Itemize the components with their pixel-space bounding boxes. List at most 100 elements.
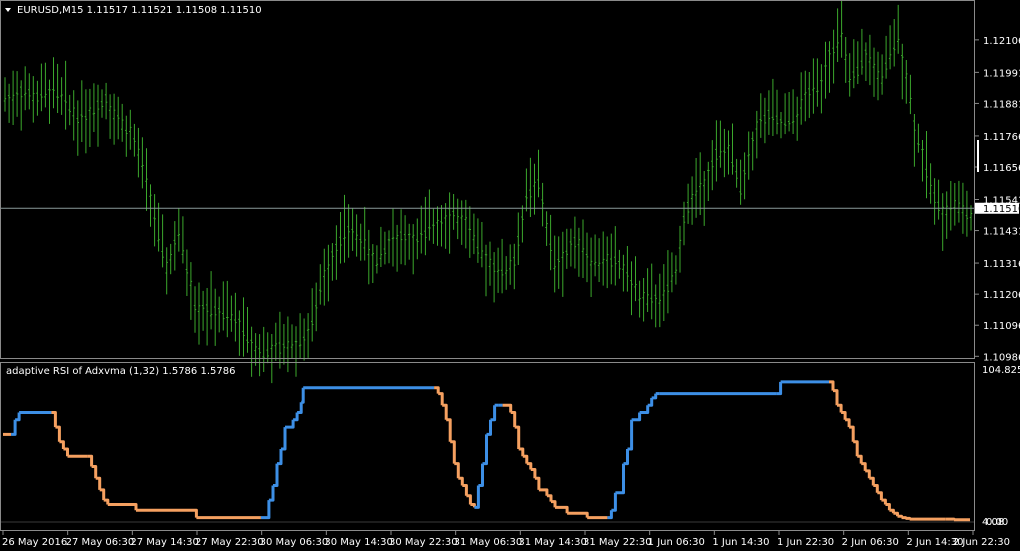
rsi-segment	[434, 386, 440, 394]
rsi-segment	[466, 494, 472, 505]
rsi-segment	[518, 447, 525, 457]
rsi-segment	[454, 462, 460, 479]
rsi-segment	[881, 498, 887, 505]
rsi-segment	[776, 381, 783, 396]
rsi-segment	[63, 447, 69, 457]
time-tick-label: 1 Jun 22:30	[777, 537, 834, 548]
price-tick-label: 1.11096	[983, 321, 1020, 332]
rsi-segment	[490, 405, 497, 422]
collapse-triangle-icon[interactable]	[5, 8, 11, 12]
price-tick-label: 1.11431	[983, 227, 1020, 238]
price-tick-label: 1.11656	[983, 163, 1020, 174]
rsi-segment	[281, 427, 287, 451]
time-tick-label: 27 May 06:30	[66, 537, 135, 548]
rsi-segment	[861, 462, 867, 471]
rsi-segment	[99, 488, 106, 501]
rsi-segment	[458, 476, 464, 486]
rsi-segment	[845, 418, 851, 428]
rsi-segment	[837, 403, 843, 413]
rsi-segment	[273, 463, 279, 487]
rsi-segment	[450, 440, 456, 464]
time-tick-label: 26 May 2016	[2, 537, 67, 548]
rsi-segment	[277, 449, 283, 466]
rsi-segment	[285, 419, 295, 429]
rsi-segment	[478, 463, 484, 487]
rsi-segment	[438, 392, 444, 406]
rsi-segment	[567, 511, 589, 518]
rsi-segment	[15, 412, 21, 422]
rsi-series	[3, 380, 970, 522]
rsi-segment	[534, 476, 541, 490]
rsi-segment	[901, 516, 907, 520]
rsi-segment	[546, 494, 553, 502]
rsi-segment	[841, 411, 847, 420]
rsi-tick-label: 0.00	[986, 517, 1008, 528]
rsi-segment	[651, 393, 658, 400]
indicator-header: adaptive RSI of Adxvma (1,32) 1.5786 1.5…	[6, 366, 235, 377]
rsi-segment	[853, 440, 859, 457]
rsi-segment	[893, 511, 899, 517]
rsi-segment	[103, 498, 110, 505]
rsi-segment	[293, 412, 299, 422]
rsi-segment	[522, 454, 529, 464]
scroll-marker[interactable]	[977, 140, 979, 172]
rsi-segment	[301, 387, 305, 404]
price-tick-label: 1.11206	[983, 290, 1020, 301]
rsi-segment	[905, 516, 912, 520]
rsi-segment	[833, 389, 839, 406]
rsi-segment	[623, 449, 629, 466]
rsi-segment	[869, 476, 875, 486]
rsi-segment	[260, 500, 271, 520]
rsi-segment	[829, 380, 835, 391]
chart-canvas: 1.12106 1.11991 1.11881 1.11766 1.11656 1.115…	[0, 0, 1020, 548]
time-tick-label: 27 May 14:30	[130, 537, 199, 548]
rsi-segment	[647, 397, 654, 407]
time-tick-label: 2 Jun 06:30	[842, 537, 899, 548]
rsi-segment	[611, 492, 617, 512]
rsi-segment	[136, 508, 198, 518]
rsi-segment	[11, 419, 17, 436]
time-tick-label: 31 May 06:30	[454, 537, 523, 548]
price-tick-label: 1.11991	[983, 68, 1020, 79]
rsi-segment	[470, 503, 476, 508]
time-axis: 26 May 201627 May 06:3027 May 14:3027 Ma…	[2, 531, 1010, 548]
price-tick-label: 1.11881	[983, 99, 1020, 110]
rsi-segment	[462, 484, 468, 496]
rsi-segment	[91, 465, 98, 479]
price-tick-label: 1.11316	[983, 259, 1020, 270]
rsi-segment	[555, 505, 569, 514]
rsi-axis: 104.82524.080.00	[982, 365, 1020, 528]
rsi-segment	[865, 469, 871, 479]
rsi-tick-label: 104.8252	[982, 365, 1020, 376]
rsi-segment	[514, 425, 521, 449]
rsi-segment	[627, 419, 634, 451]
rsi-segment	[857, 454, 863, 464]
rsi-segment	[59, 440, 65, 449]
time-tick-label: 2 Jun 22:30	[953, 537, 1010, 548]
rsi-segment	[107, 503, 138, 511]
price-badge: 1.11510	[975, 202, 1020, 215]
rsi-segment	[502, 403, 513, 413]
rsi-segment	[615, 463, 625, 495]
time-tick-label: 1 Jun 14:30	[712, 537, 769, 548]
rsi-segment	[631, 412, 642, 422]
rsi-segment	[446, 418, 452, 442]
time-tick-label: 1 Jun 06:30	[648, 537, 705, 548]
time-tick-label: 30 May 06:30	[260, 537, 329, 548]
time-tick-label: 31 May 22:30	[583, 537, 652, 548]
rsi-segment	[95, 476, 102, 490]
rsi-segment	[849, 425, 855, 442]
price-candles	[3, 0, 973, 384]
price-tick-label: 1.10986	[983, 352, 1020, 363]
rsi-segment	[538, 488, 549, 496]
rsi-segment	[87, 454, 94, 467]
time-tick-label: 30 May 22:30	[389, 537, 458, 548]
rsi-segment	[482, 434, 488, 466]
rsi-segment	[530, 468, 537, 479]
price-axis: 1.12106 1.11991 1.11881 1.11766 1.11656 1.115…	[975, 36, 1020, 363]
rsi-segment	[889, 508, 895, 514]
rsi-segment	[877, 491, 883, 501]
price-tick-label: 1.11766	[983, 132, 1020, 143]
rsi-segment	[897, 514, 903, 518]
rsi-segment	[510, 411, 517, 428]
